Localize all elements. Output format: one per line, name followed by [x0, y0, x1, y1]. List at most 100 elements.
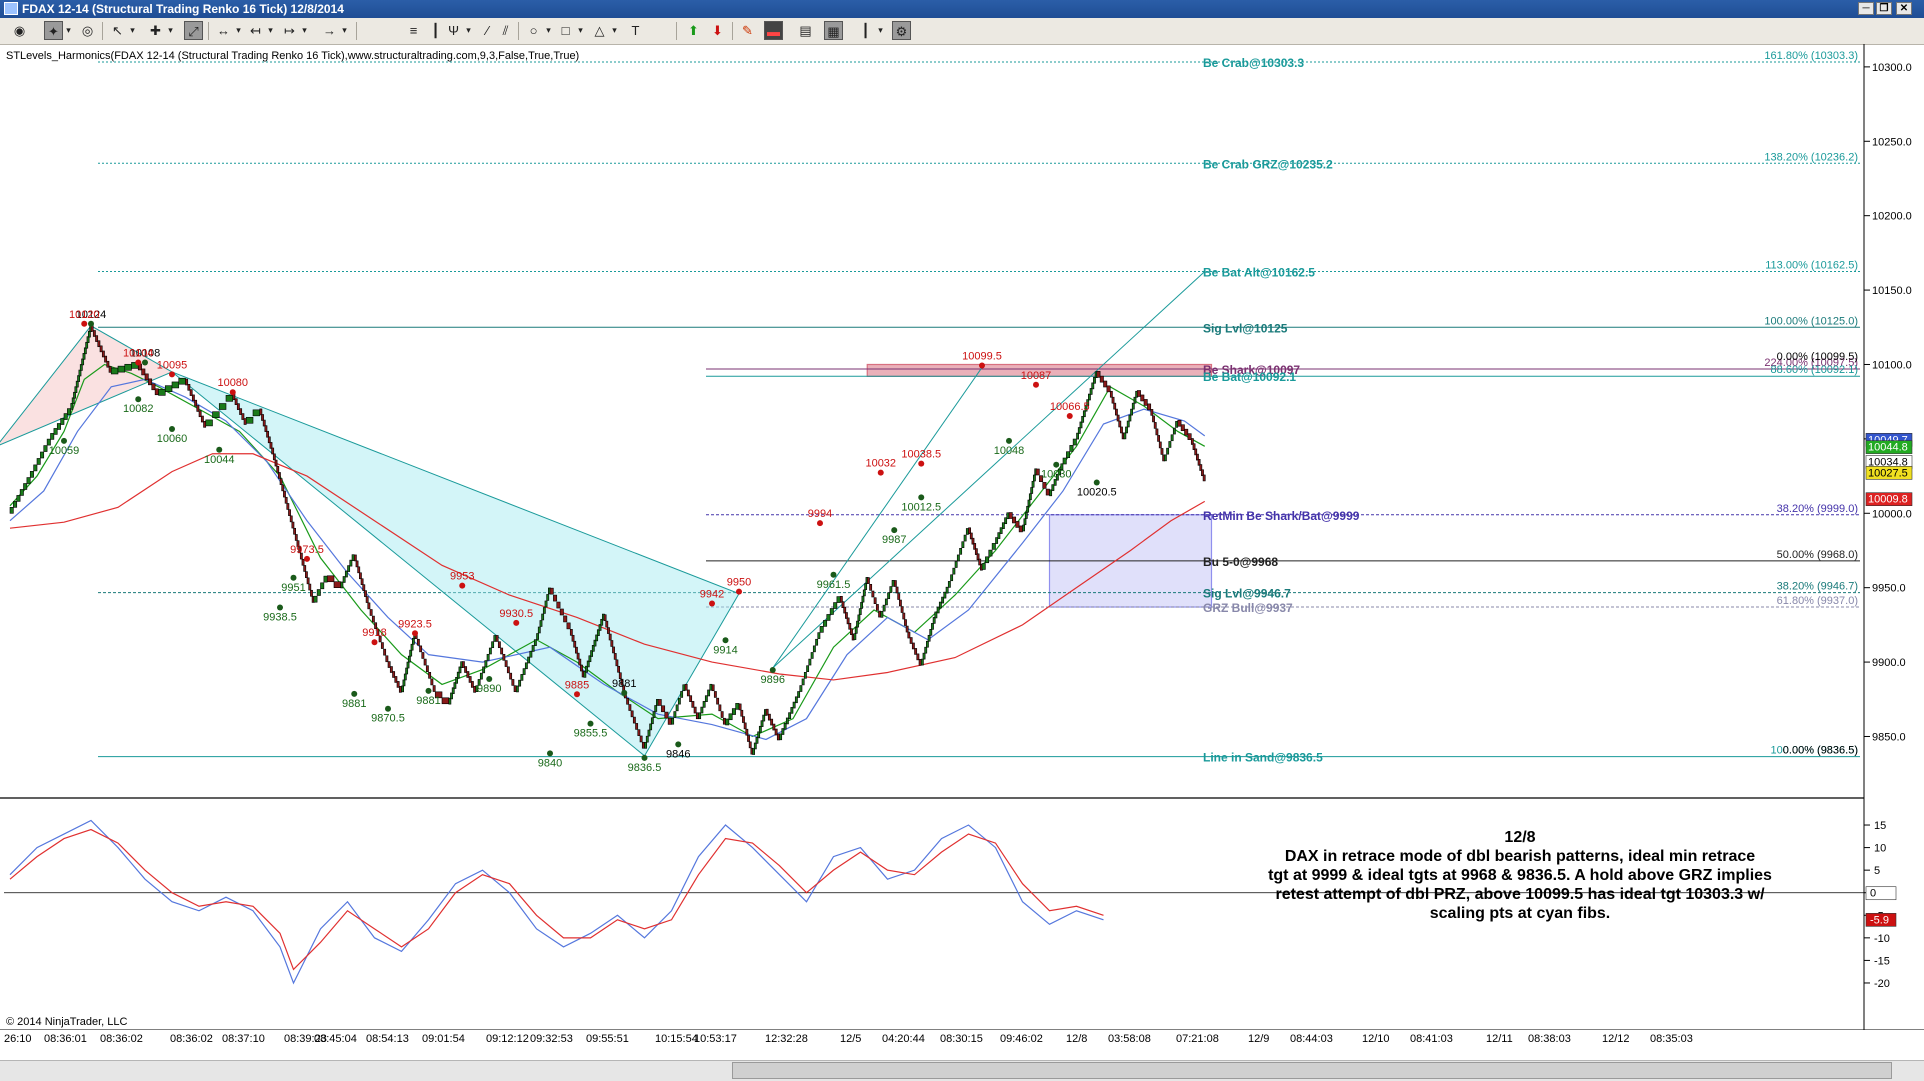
rectangle-icon[interactable]: □ [556, 21, 575, 40]
down-brick [772, 723, 776, 731]
up-brick [33, 464, 38, 472]
ellipse-icon[interactable]: ○ [524, 21, 543, 40]
channel-icon[interactable]: ∕ [478, 21, 497, 40]
swing-marker [229, 389, 236, 396]
down-brick [416, 638, 420, 646]
chevron-down-icon[interactable]: ▾ [876, 21, 885, 40]
down-brick [419, 645, 423, 653]
chevron-down-icon[interactable]: ▾ [64, 21, 73, 40]
up-brick [1088, 393, 1091, 401]
down-brick [305, 571, 308, 578]
fib-label: 61.80% (9937.0) [1777, 595, 1858, 607]
fib-icon[interactable]: ≡ [404, 21, 423, 40]
down-brick [617, 665, 621, 673]
eye-icon[interactable]: ◉ [10, 21, 29, 40]
ray-icon[interactable]: ↤ [246, 21, 265, 40]
box-icon[interactable]: ▬ [764, 21, 783, 40]
up-brick [491, 641, 495, 649]
chevron-down-icon[interactable]: ▾ [340, 21, 349, 40]
down-brick [689, 695, 693, 702]
chevron-down-icon[interactable]: ▾ [576, 21, 585, 40]
ruler-icon[interactable]: ↦ [280, 21, 299, 40]
down-brick [875, 604, 879, 611]
chevron-down-icon[interactable]: ▾ [300, 21, 309, 40]
up-brick [682, 684, 686, 692]
down-brick [691, 701, 695, 708]
pitchfork-icon[interactable]: Ψ [444, 21, 463, 40]
swing-marker [1093, 479, 1100, 486]
up-brick [997, 532, 1001, 539]
down-brick [200, 415, 204, 423]
arrow-icon[interactable]: → [320, 21, 339, 40]
properties-icon[interactable]: ⚙ [892, 21, 911, 40]
swing-marker [486, 675, 493, 682]
chevron-down-icon[interactable]: ▾ [266, 21, 275, 40]
zoom-icon[interactable]: ⤢ [184, 21, 203, 40]
up-brick [1170, 434, 1174, 442]
bars-icon[interactable]: ┃ [426, 21, 445, 40]
pencil-icon[interactable]: ✎ [738, 21, 757, 40]
down-brick [396, 681, 400, 688]
data-box-icon[interactable]: ▤ [796, 21, 815, 40]
down-brick [308, 583, 312, 591]
down-brick [742, 716, 745, 723]
time-axis-label: 08:44:03 [1290, 1033, 1333, 1045]
price-tick-label: 10200.0 [1872, 211, 1912, 223]
restore-button[interactable]: ❐ [1876, 2, 1892, 15]
parallel-lines-icon[interactable]: ⫽ [496, 21, 515, 40]
down-brick [571, 634, 575, 642]
swing-marker [641, 754, 648, 761]
down-brick [607, 627, 610, 634]
chevron-down-icon[interactable]: ▾ [610, 21, 619, 40]
cursor-icon[interactable]: ✦ [44, 21, 63, 40]
pointer-icon[interactable]: ↖ [108, 21, 127, 40]
chevron-down-icon[interactable]: ▾ [464, 21, 473, 40]
up-brick [1069, 445, 1074, 452]
up-brick [725, 718, 730, 726]
grid-icon[interactable]: ▦ [824, 21, 843, 40]
up-brick [16, 495, 21, 502]
down-brick [603, 614, 607, 621]
scroll-thumb[interactable] [732, 1062, 1892, 1079]
close-button[interactable]: ✕ [1896, 2, 1912, 15]
down-brick [425, 665, 429, 672]
window-titlebar: FDAX 12-14 (Structural Trading Renko 16 … [0, 0, 1924, 18]
chevron-down-icon[interactable]: ▾ [128, 21, 137, 40]
osc-tick-label: -10 [1874, 933, 1890, 945]
up-brick [981, 563, 986, 570]
text-icon[interactable]: T [626, 21, 645, 40]
triangle-icon[interactable]: △ [590, 21, 609, 40]
line-icon[interactable]: ↔ [214, 21, 233, 40]
up-arrow-icon[interactable]: ⬆ [684, 21, 703, 40]
swing-label: 10020.5 [1077, 487, 1117, 499]
up-brick [83, 347, 87, 355]
down-brick [740, 709, 744, 717]
up-brick [344, 570, 348, 578]
down-brick [367, 602, 371, 610]
down-brick [1106, 385, 1111, 393]
down-arrow-icon[interactable]: ⬇ [708, 21, 727, 40]
fib-label: 50.00% (9968.0) [1777, 549, 1858, 561]
up-brick [1006, 512, 1010, 520]
down-brick [1155, 428, 1159, 436]
down-brick [513, 685, 517, 692]
up-brick [819, 626, 824, 633]
up-brick [654, 705, 658, 712]
down-brick [243, 418, 247, 425]
chevron-down-icon[interactable]: ▾ [234, 21, 243, 40]
chevron-down-icon[interactable]: ▾ [544, 21, 553, 40]
up-brick [792, 701, 796, 709]
down-brick [108, 366, 112, 373]
up-brick [13, 501, 18, 508]
price-tick-label: 10100.0 [1872, 359, 1912, 371]
candle-icon[interactable]: ┃ [856, 21, 875, 40]
visibility-icon[interactable]: ◎ [78, 21, 97, 40]
crosshair-icon[interactable]: ✚ [146, 21, 165, 40]
minimize-button[interactable]: ─ [1858, 2, 1874, 15]
swing-label: 10082 [123, 403, 154, 415]
down-brick [497, 641, 501, 649]
swing-label: 10120 [69, 309, 100, 321]
osc-badge-text: -5.9 [1870, 914, 1889, 926]
chevron-down-icon[interactable]: ▾ [166, 21, 175, 40]
horizontal-scrollbar[interactable] [0, 1060, 1924, 1081]
